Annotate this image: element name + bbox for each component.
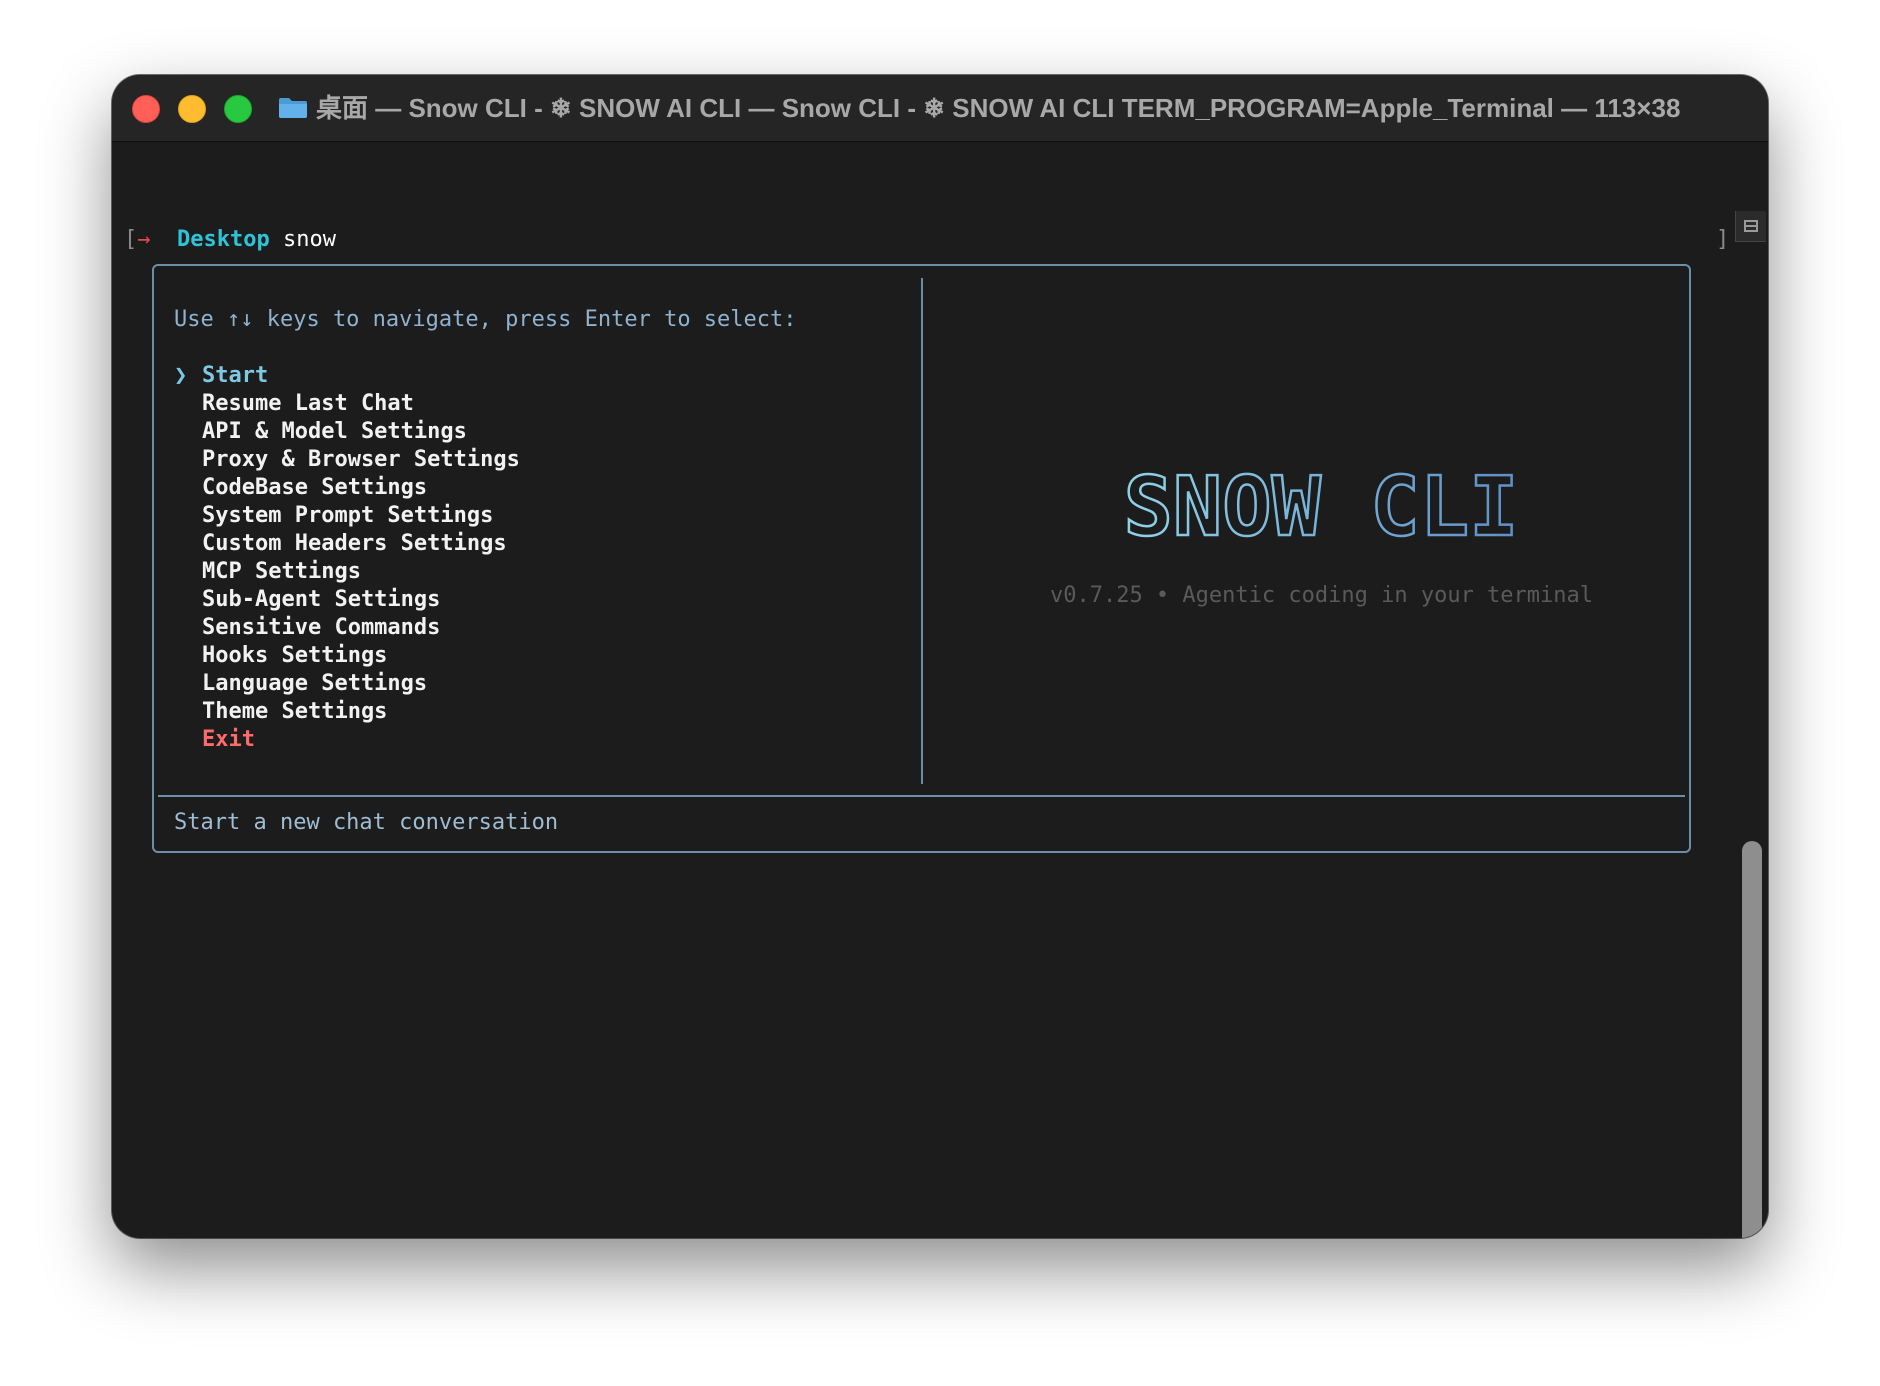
menu-item-sensitive-commands[interactable]: Sensitive Commands bbox=[174, 614, 520, 642]
menu-item-sub-agent-settings[interactable]: Sub-Agent Settings bbox=[174, 586, 520, 614]
split-pane-icon[interactable] bbox=[1735, 211, 1766, 242]
menu-item-resume-last-chat[interactable]: Resume Last Chat bbox=[174, 390, 520, 418]
panel-horizontal-divider bbox=[158, 795, 1685, 797]
prompt-arrow-icon: → bbox=[137, 227, 151, 252]
panel-vertical-divider bbox=[921, 278, 923, 784]
selection-cursor-icon: ❯ bbox=[174, 363, 188, 388]
menu-item-exit[interactable]: Exit bbox=[174, 726, 520, 754]
folder-icon bbox=[279, 98, 307, 118]
terminal-window: 桌面 — Snow CLI - ❄ SNOW AI CLI — Snow CLI… bbox=[112, 75, 1768, 1238]
svg-text:SNOW CLI: SNOW CLI bbox=[1124, 471, 1519, 551]
snow-cli-logo: SNOW CLI bbox=[1122, 471, 1519, 551]
menu-item-codebase-settings[interactable]: CodeBase Settings bbox=[174, 474, 520, 502]
minimize-window-button[interactable] bbox=[178, 95, 206, 123]
shell-prompt: [→ Desktop snow bbox=[124, 226, 336, 254]
prompt-bracket-close: ] bbox=[1716, 227, 1730, 252]
version-tagline: v0.7.25 • Agentic coding in your termina… bbox=[1049, 583, 1594, 608]
menu-item-custom-headers-settings[interactable]: Custom Headers Settings bbox=[174, 530, 520, 558]
prompt-directory: Desktop bbox=[177, 227, 270, 252]
menu-item-api-model-settings[interactable]: API & Model Settings bbox=[174, 418, 520, 446]
terminal-content[interactable]: [→ Desktop snow ] Use ↑↓ keys to navigat… bbox=[112, 141, 1768, 1238]
menu-item-mcp-settings[interactable]: MCP Settings bbox=[174, 558, 520, 586]
menu-item-language-settings[interactable]: Language Settings bbox=[174, 670, 520, 698]
welcome-panel: Use ↑↓ keys to navigate, press Enter to … bbox=[152, 264, 1691, 853]
scrollbar-thumb[interactable] bbox=[1742, 841, 1762, 1238]
prompt-command: snow bbox=[282, 227, 336, 252]
main-menu: ❯ Start Resume Last Chat API & Model Sett… bbox=[174, 362, 520, 754]
menu-item-hooks-settings[interactable]: Hooks Settings bbox=[174, 642, 520, 670]
menu-instructions: Use ↑↓ keys to navigate, press Enter to … bbox=[174, 307, 797, 332]
title-bar[interactable]: 桌面 — Snow CLI - ❄ SNOW AI CLI — Snow CLI… bbox=[112, 75, 1768, 142]
menu-item-proxy-browser-settings[interactable]: Proxy & Browser Settings bbox=[174, 446, 520, 474]
zoom-window-button[interactable] bbox=[224, 95, 252, 123]
menu-item-system-prompt-settings[interactable]: System Prompt Settings bbox=[174, 502, 520, 530]
close-window-button[interactable] bbox=[132, 95, 160, 123]
window-title: 桌面 — Snow CLI - ❄ SNOW AI CLI — Snow CLI… bbox=[316, 93, 1681, 123]
menu-item-start[interactable]: ❯ Start bbox=[174, 362, 520, 390]
menu-item-theme-settings[interactable]: Theme Settings bbox=[174, 698, 520, 726]
menu-item-description: Start a new chat conversation bbox=[174, 810, 559, 835]
prompt-bracket-open: [ bbox=[124, 227, 138, 252]
